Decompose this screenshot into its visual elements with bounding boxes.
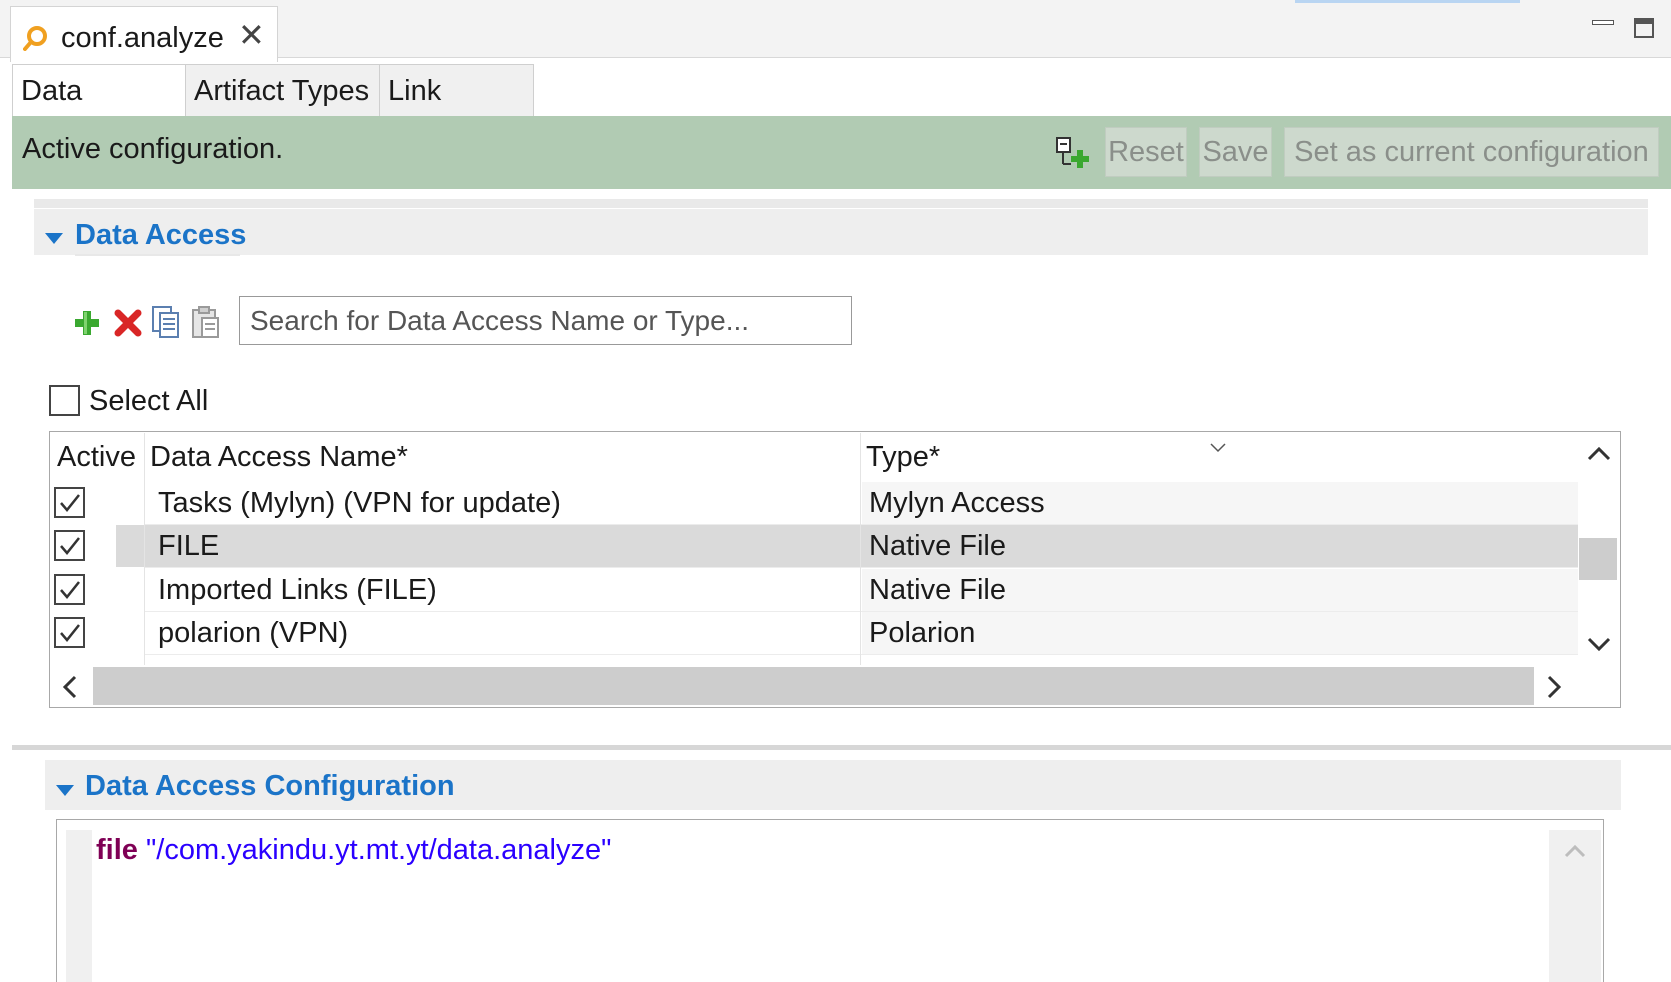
data-access-section-header[interactable] [34,209,1648,255]
check-icon [60,494,80,512]
tab-link-types[interactable]: Link Types [380,64,534,159]
table-row[interactable]: Polarion polarion (VPN) [50,611,1578,655]
row-active-checkbox[interactable] [54,530,85,561]
configuration-section-title[interactable]: Data Access Configuration [85,770,455,803]
add-icon[interactable] [73,309,101,337]
vertical-scroll-thumb[interactable] [1579,538,1617,580]
editor-gutter [66,830,92,982]
paste-icon[interactable] [191,305,221,339]
code-keyword: file [96,834,138,866]
reset-button[interactable]: Reset [1105,127,1187,177]
select-all-checkbox[interactable] [49,385,80,416]
maximize-icon[interactable] [1634,18,1654,38]
top-accent-bar [1295,0,1520,3]
tab-artifact-types[interactable]: Artifact Types [186,64,380,116]
table-row[interactable]: Native File Imported Links (FILE) [50,568,1578,612]
section-title-underline [75,254,240,256]
row-type[interactable]: Mylyn Access [862,482,1578,524]
row-divider [144,654,1578,655]
scroll-left-icon[interactable] [58,673,82,701]
collapse-arrow-icon[interactable] [56,785,74,796]
minimize-icon[interactable] [1592,18,1614,26]
table-row-selected[interactable]: Native File FILE [50,524,1578,568]
section-divider-sash[interactable] [12,745,1671,750]
tab-data-access[interactable]: Data Access [12,64,186,159]
row-name[interactable]: polarion (VPN) [158,611,348,655]
row-type[interactable]: Native File [862,569,1578,611]
check-icon [60,624,80,642]
code-path-string: "/com.yakindu.yt.mt.yt/data.analyze" [145,834,612,866]
add-configuration-icon[interactable] [1055,136,1093,170]
scroll-down-icon[interactable] [1583,632,1615,656]
save-button[interactable]: Save [1199,127,1272,177]
close-icon[interactable]: ✕ [238,19,265,51]
column-divider [144,433,145,665]
collapse-arrow-icon[interactable] [45,233,63,244]
select-all-label[interactable]: Select All [89,385,208,418]
row-type[interactable]: Native File [862,525,1578,567]
status-message: Active configuration. [22,133,284,165]
row-type[interactable]: Polarion [862,612,1578,654]
row-active-checkbox[interactable] [54,487,85,518]
search-input[interactable] [239,296,852,345]
data-access-section-title[interactable]: Data Access [75,219,246,252]
column-header-name[interactable]: Data Access Name* [150,441,408,474]
row-name[interactable]: FILE [158,524,219,568]
check-icon [60,581,80,599]
horizontal-scroll-thumb[interactable] [93,667,1534,705]
section-frame [34,199,1648,208]
column-header-active[interactable]: Active [57,441,136,474]
configuration-code-line[interactable]: file "/com.yakindu.yt.mt.yt/data.analyze… [96,834,611,867]
check-icon [60,537,80,555]
row-name[interactable]: Tasks (Mylyn) (VPN for update) [158,481,561,525]
scroll-up-icon[interactable] [1583,442,1615,466]
column-divider [860,433,861,665]
editor-tab-conf-analyze[interactable]: conf.analyze ✕ [10,6,278,62]
scroll-up-icon[interactable] [1561,840,1589,862]
row-active-checkbox[interactable] [54,617,85,648]
row-name[interactable]: Imported Links (FILE) [158,568,437,612]
delete-icon[interactable] [113,308,143,338]
scroll-right-icon[interactable] [1542,673,1566,701]
chevron-down-icon[interactable] [1209,441,1227,455]
analyze-file-icon [23,26,47,51]
editor-tab-title: conf.analyze [61,22,224,54]
row-active-checkbox[interactable] [54,574,85,605]
copy-icon[interactable] [151,305,181,339]
table-row[interactable]: Mylyn Access Tasks (Mylyn) (VPN for upda… [50,481,1578,525]
set-current-configuration-button[interactable]: Set as current configuration [1284,127,1659,177]
column-header-type[interactable]: Type* [866,441,940,474]
